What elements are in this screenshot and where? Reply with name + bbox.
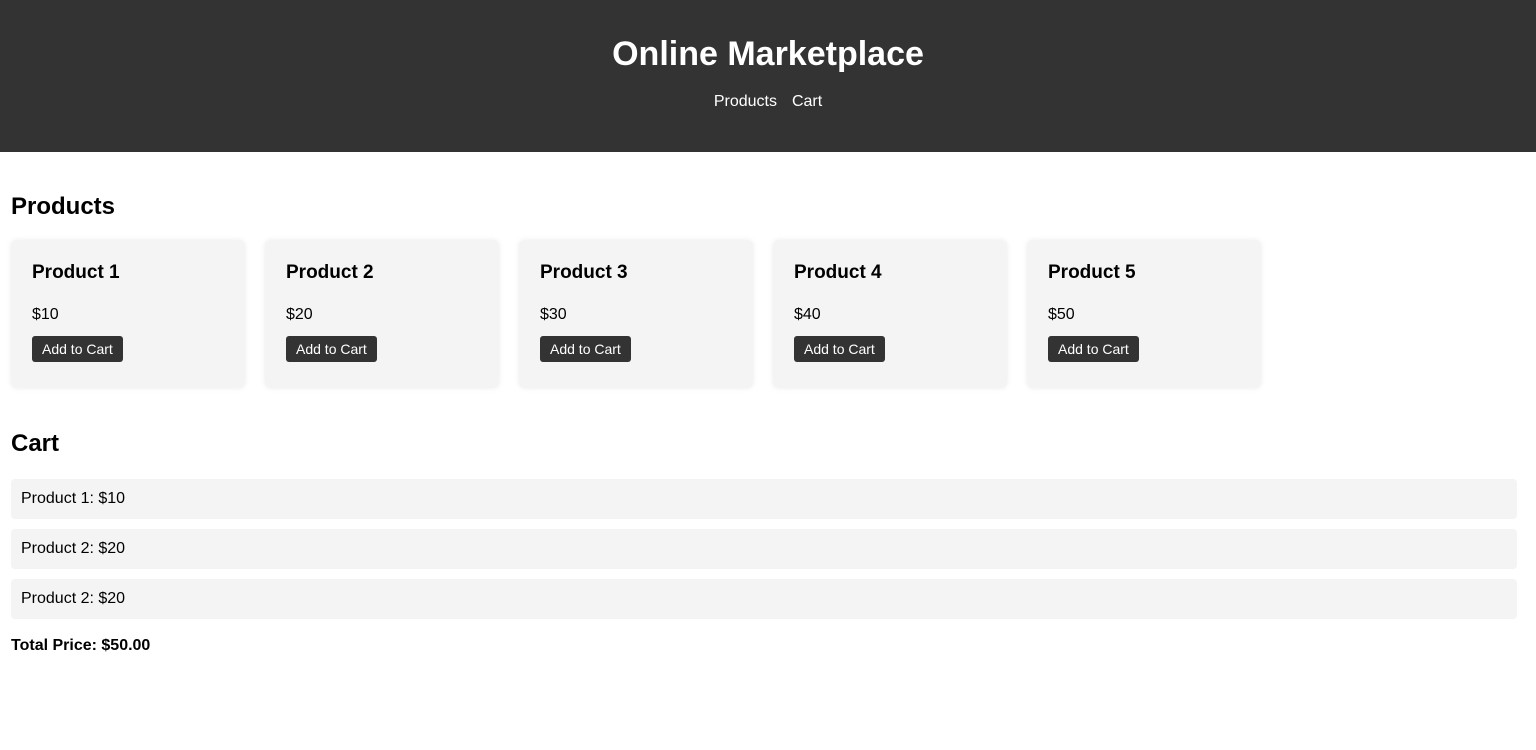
cart-list: Product 1: $10 Product 2: $20 Product 2:… (11, 479, 1517, 629)
product-price: $20 (286, 306, 313, 323)
site-header: Online Marketplace Products Cart (0, 0, 1536, 152)
product-price: $40 (794, 306, 821, 323)
add-to-cart-button[interactable]: Add to Cart (1048, 336, 1139, 362)
product-name: Product 4 (794, 262, 882, 283)
product-card: Product 2 $20 Add to Cart (265, 240, 499, 388)
product-name: Product 5 (1048, 262, 1136, 283)
products-heading: Products (11, 193, 116, 220)
add-to-cart-button[interactable]: Add to Cart (540, 336, 631, 362)
cart-heading: Cart (11, 430, 60, 457)
product-card: Product 4 $40 Add to Cart (773, 240, 1007, 388)
product-card: Product 5 $50 Add to Cart (1027, 240, 1261, 388)
product-price: $50 (1048, 306, 1075, 323)
product-card: Product 3 $30 Add to Cart (519, 240, 753, 388)
product-card: Product 1 $10 Add to Cart (11, 240, 245, 388)
nav-link-products[interactable]: Products (714, 92, 777, 112)
product-price: $30 (540, 306, 567, 323)
add-to-cart-button[interactable]: Add to Cart (32, 336, 123, 362)
product-grid: Product 1 $10 Add to Cart Product 2 $20 … (11, 240, 1261, 388)
cart-item: Product 1: $10 (11, 479, 1517, 519)
product-name: Product 2 (286, 262, 374, 283)
cart-item: Product 2: $20 (11, 579, 1517, 619)
main-nav: Products Cart (0, 92, 1536, 112)
product-price: $10 (32, 306, 59, 323)
cart-item: Product 2: $20 (11, 529, 1517, 569)
site-title: Online Marketplace (612, 35, 924, 73)
product-name: Product 1 (32, 262, 120, 283)
add-to-cart-button[interactable]: Add to Cart (794, 336, 885, 362)
add-to-cart-button[interactable]: Add to Cart (286, 336, 377, 362)
nav-link-cart[interactable]: Cart (792, 92, 822, 112)
product-name: Product 3 (540, 262, 628, 283)
cart-total-price: Total Price: $50.00 (11, 637, 151, 654)
